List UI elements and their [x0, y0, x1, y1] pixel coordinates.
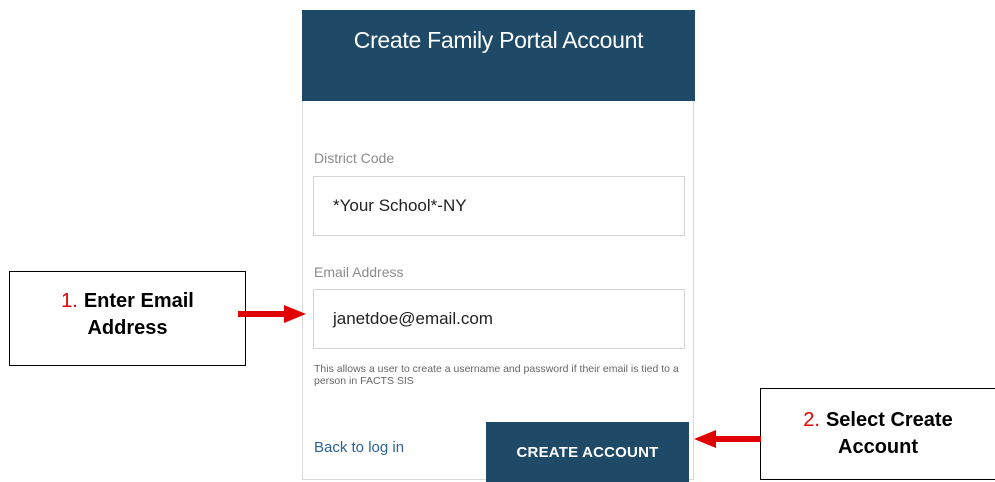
callout-text: Address [87, 317, 168, 339]
callout-number: 1. [61, 290, 78, 312]
help-text: This allows a user to create a username … [314, 363, 679, 387]
card-title: Create Family Portal Account [353, 27, 644, 53]
create-account-card: Create Family Portal Account District Co… [302, 10, 695, 482]
district-code-value: *Your School*-NY [333, 196, 467, 215]
callout-text: Enter Email [83, 290, 194, 312]
arrow-right-icon [238, 305, 306, 323]
callout-number: 2. [803, 409, 820, 431]
callout-select-create: 2. Select Create Account [760, 388, 995, 480]
create-account-button[interactable]: CREATE ACCOUNT [486, 422, 689, 482]
callout-text: Account [838, 436, 918, 458]
callout-text: Select Create [825, 409, 953, 431]
callout-enter-email: 1. Enter Email Address [9, 271, 246, 366]
email-label: Email Address [314, 264, 404, 280]
email-value: janetdoe@email.com [333, 309, 493, 328]
email-field[interactable]: janetdoe@email.com [313, 289, 685, 349]
district-code-field[interactable]: *Your School*-NY [313, 176, 685, 236]
back-to-login-link[interactable]: Back to log in [314, 439, 404, 456]
district-code-label: District Code [314, 150, 395, 166]
card-header: Create Family Portal Account [302, 10, 695, 101]
arrow-left-icon [694, 430, 761, 448]
